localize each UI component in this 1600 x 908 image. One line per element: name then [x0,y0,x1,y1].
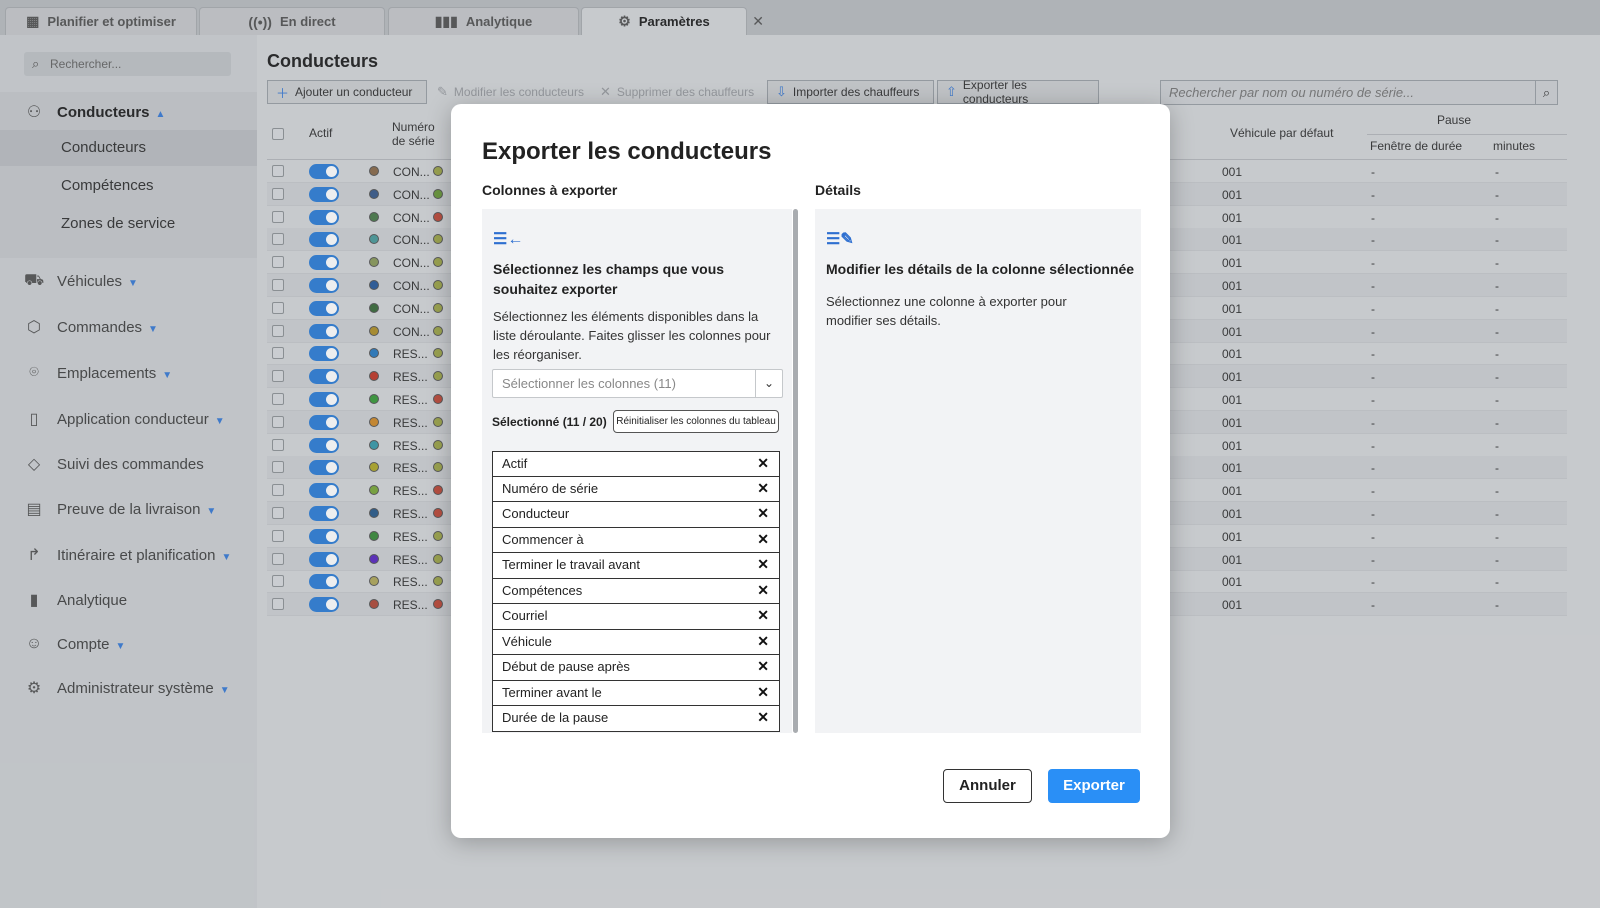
column-label: Compétences [502,582,583,598]
column-list-item[interactable]: Numéro de série ✕ [492,476,780,502]
remove-column-icon[interactable]: ✕ [757,706,769,729]
column-list-item[interactable]: Conducteur ✕ [492,502,780,528]
column-list-item[interactable]: Commencer à ✕ [492,527,780,553]
column-label: Actif [502,456,528,471]
column-label: Véhicule [502,633,552,649]
column-label: Terminer le travail avant [502,557,640,572]
chevron-down-icon[interactable]: ⌄ [755,370,782,397]
export-drivers-dialog: Exporter les conducteurs Colonnes à expo… [451,104,1170,838]
reset-columns-button[interactable]: Réinitialiser les colonnes du tableau [613,410,779,433]
columns-section-heading: Colonnes à exporter [482,182,618,198]
remove-column-icon[interactable]: ✕ [757,477,769,500]
list-arrow-icon: ☰← [493,231,524,248]
column-label: Début de pause après [502,659,630,674]
details-panel: ☰✎ Modifier les détails de la colonne sé… [815,209,1141,733]
column-list-item[interactable]: Véhicule ✕ [492,629,780,655]
column-label: Conducteur [502,506,570,521]
column-list-item[interactable]: Courriel ✕ [492,604,780,630]
remove-column-icon[interactable]: ✕ [757,655,769,678]
column-label: Commencer à [502,531,584,547]
selected-columns-list: Actif ✕ Numéro de série ✕ Conducteur ✕ Commenc… [492,451,780,732]
export-button[interactable]: Exporter [1048,769,1140,803]
app-window: ▦ Planifier et optimiser ((•)) En direct… [0,0,1600,908]
cancel-button[interactable]: Annuler [943,769,1032,803]
column-label: Durée de la pause [502,710,609,725]
column-list-item[interactable]: Compétences ✕ [492,578,780,604]
details-panel-help: Sélectionnez une colonne à exporter pour… [826,294,1067,328]
columns-scrollbar[interactable] [793,209,798,733]
columns-panel: ☰← Sélectionnez les champs que vous souh… [482,209,792,733]
dialog-title: Exporter les conducteurs [482,138,772,165]
dropdown-placeholder: Sélectionner les colonnes (11) [502,376,676,391]
column-list-item[interactable]: Début de pause après ✕ [492,655,780,681]
column-list-item[interactable]: Terminer avant le ✕ [492,680,780,706]
remove-column-icon[interactable]: ✕ [757,604,769,627]
remove-column-icon[interactable]: ✕ [757,681,769,704]
column-list-item[interactable]: Durée de la pause ✕ [492,706,780,732]
columns-panel-heading: Sélectionnez les champs que vous souhait… [493,261,725,297]
remove-column-icon[interactable]: ✕ [757,553,769,576]
remove-column-icon[interactable]: ✕ [757,502,769,525]
selected-count: Sélectionné (11 / 20) [492,415,607,429]
details-panel-heading: Modifier les détails de la colonne sélec… [826,261,1135,277]
remove-column-icon[interactable]: ✕ [757,452,769,475]
remove-column-icon[interactable]: ✕ [757,630,769,653]
column-label: Numéro de série [502,480,599,496]
column-list-item[interactable]: Terminer le travail avant ✕ [492,553,780,579]
remove-column-icon[interactable]: ✕ [757,528,769,551]
column-list-item[interactable]: Actif ✕ [492,451,780,477]
details-section-heading: Détails [815,182,861,198]
select-columns-dropdown[interactable]: Sélectionner les colonnes (11) ⌄ [492,369,783,398]
columns-panel-help: Sélectionnez les éléments disponibles da… [493,309,771,362]
column-label: Terminer avant le [502,684,602,700]
column-label: Courriel [502,608,548,623]
remove-column-icon[interactable]: ✕ [757,579,769,602]
list-pencil-icon: ☰✎ [826,231,854,248]
